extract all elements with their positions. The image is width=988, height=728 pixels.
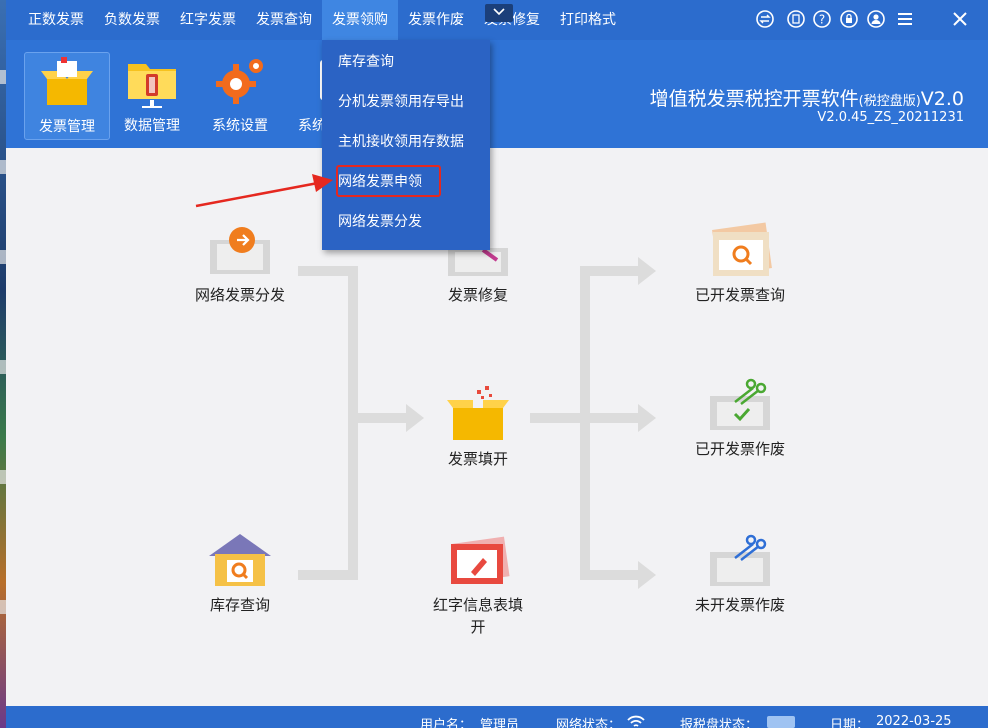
flow-invoice-repair[interactable]: 发票修复 [408,244,548,306]
dropdown-extension-export[interactable]: 分机发票领用存导出 [322,82,490,122]
menubar: 正数发票 负数发票 红字发票 发票查询 发票领购 发票作废 发票修复 打印格式 … [6,0,988,40]
toolbar-invoice-management[interactable]: 发票管理 [24,52,110,140]
wifi-icon [627,715,645,727]
purchase-dropdown-menu: 库存查询 分机发票领用存导出 主机接收领用存数据 网络发票申领 网络发票分发 [322,40,490,250]
toolbar-label: 数据管理 [124,118,180,134]
flow-unissued-invoice-void[interactable]: 未开发票作废 [670,530,810,616]
menu-red-invoice[interactable]: 红字发票 [180,0,236,40]
status-date: 2022-03-25 [876,714,952,728]
toolbar-label: 系统 [298,118,324,134]
toolbar-system[interactable]: 系统 [284,52,324,138]
app-window: 正数发票 负数发票 红字发票 发票查询 发票领购 发票作废 发票修复 打印格式 … [0,0,988,728]
copy-icon[interactable] [786,9,806,29]
flow-label: 红字信息表填开 [432,596,523,636]
dropdown-host-receive-data[interactable]: 主机接收领用存数据 [322,122,490,162]
product-version: V2.0.45_ZS_20211231 [817,110,964,125]
tax-disk-icon [767,716,795,728]
menu-positive-invoice[interactable]: 正数发票 [28,0,84,40]
menu-icon[interactable] [895,9,915,29]
distribute-icon [210,227,270,274]
menu-invoice-query[interactable]: 发票查询 [256,0,312,40]
flow-label: 发票填开 [447,450,508,468]
toolbar-label: 发票管理 [39,119,95,135]
status-date-label: 日期： [830,718,870,728]
gear-icon [216,59,263,104]
user-icon[interactable] [866,9,886,29]
void-check-scissors-icon [710,378,770,430]
flow-issued-invoice-query[interactable]: 已开发票查询 [670,220,810,306]
invoice-search-icon [712,222,772,276]
invoice-box-icon [447,386,509,440]
status-user: 管理员 [480,718,520,728]
invoice-box-icon [41,57,93,105]
status-user-label: 用户名： [420,718,473,728]
red-form-pen-icon [451,536,510,584]
wrench-icon [320,60,324,100]
toolbar-system-settings[interactable]: 系统设置 [198,52,282,138]
flow-label: 发票修复 [447,286,508,304]
toolbar-label: 系统设置 [212,118,268,134]
product-title: 增值税发票税控开票软件(税控盘版)V2.0 [649,88,964,110]
menu-negative-invoice[interactable]: 负数发票 [104,0,160,40]
status-network-label: 网络状态： [556,718,622,728]
dropdown-network-invoice-distribute[interactable]: 网络发票分发 [322,202,490,242]
svg-text:?: ? [819,13,825,27]
flow-invoice-issue[interactable]: 发票填开 [408,384,548,470]
flow-label: 未开发票作废 [694,596,785,614]
void-scissors-icon [710,534,770,586]
switch-icon[interactable] [755,9,775,29]
flow-network-invoice-distribute[interactable]: 网络发票分发 [170,220,310,306]
close-icon[interactable] [950,9,970,29]
collapse-chevron-button[interactable] [485,4,513,22]
warehouse-search-icon [209,534,271,586]
menu-invoice-void[interactable]: 发票作废 [408,0,464,40]
flow-label: 网络发票分发 [194,286,285,304]
menu-invoice-purchase[interactable]: 发票领购 [322,0,398,40]
flow-inventory-query[interactable]: 库存查询 [170,530,310,616]
status-disk-label: 报税盘状态： [680,718,759,728]
dropdown-inventory-query[interactable]: 库存查询 [322,42,490,82]
folder-icon [128,64,176,108]
menu-print-format[interactable]: 打印格式 [560,0,616,40]
help-icon[interactable]: ? [812,9,832,29]
toolbar: 发票管理 数据管理 系统设置 系统 增值税发票税控开票软件(税控盘版)V2.0 … [6,40,988,148]
main-flow-area: 网络发票分发 库存查询 发票修复 发票填开 红字信息表填开 已开发票查询 已开发… [6,148,988,706]
chevron-down-icon [493,8,505,16]
lock-icon[interactable] [839,9,859,29]
flow-label: 已开发票作废 [694,440,785,458]
flow-label: 库存查询 [209,596,270,614]
highlight-box [336,165,441,197]
toolbar-data-management[interactable]: 数据管理 [110,52,194,138]
flow-red-info-form[interactable]: 红字信息表填开 [408,530,548,638]
flow-label: 已开发票查询 [694,286,785,304]
status-bar: 用户名： 管理员 网络状态： 报税盘状态： 日期： 2022-03-25 [6,706,988,728]
flow-issued-invoice-void[interactable]: 已开发票作废 [670,374,810,460]
